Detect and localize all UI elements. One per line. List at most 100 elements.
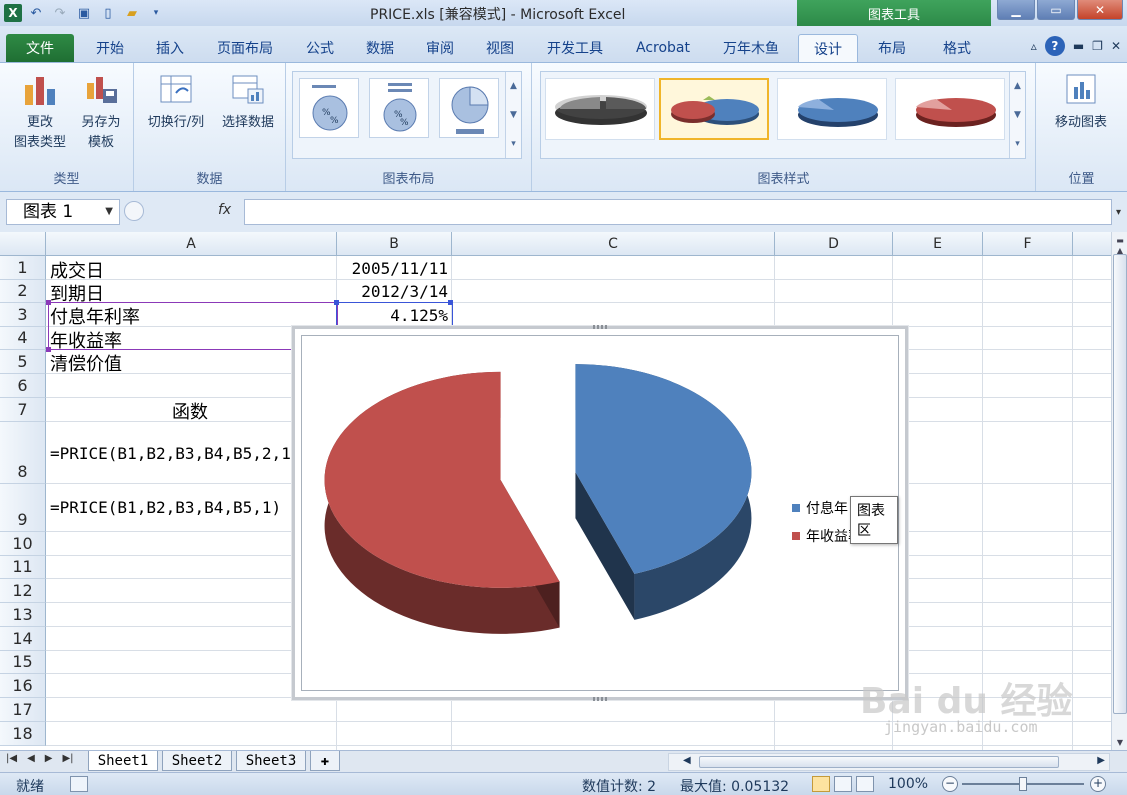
select-data-button[interactable]: 选择数据 [214,71,282,133]
tab-acrobat[interactable]: Acrobat [624,34,702,62]
prev-sheet-icon[interactable]: ◀ [27,753,35,764]
tab-data[interactable]: 数据 [354,34,406,62]
row-header[interactable]: 9 [0,484,46,532]
scroll-down-icon[interactable]: ▼ [1014,110,1021,120]
sheet-tab-sheet3[interactable]: Sheet3 [236,751,306,771]
tab-format[interactable]: 格式 [928,34,986,62]
resize-handle-bottom[interactable] [593,697,607,701]
select-all-corner[interactable] [0,232,46,256]
doc-restore-icon[interactable]: ❐ [1092,39,1103,53]
formula-splitter-icon[interactable] [124,201,144,221]
style-blue-thumbnail[interactable] [777,78,887,140]
cell-b1[interactable]: 2005/11/11 [338,259,448,278]
column-header-f[interactable]: F [983,232,1073,256]
tab-file[interactable]: 文件 [6,34,74,62]
row-header[interactable]: 4 [0,327,46,350]
range-handle[interactable] [334,300,339,305]
insert-sheet-icon[interactable]: ✚ [310,751,340,771]
minimize-ribbon-icon[interactable]: ▵ [1031,39,1037,53]
range-handle[interactable] [448,300,453,305]
zoom-out-icon[interactable]: − [942,776,958,792]
help-icon[interactable]: ? [1044,36,1065,56]
more-icon[interactable]: ▾ [511,139,516,149]
cell-b2[interactable]: 2012/3/14 [338,282,448,301]
name-box-dropdown-icon[interactable]: ▼ [105,200,113,224]
formula-input[interactable] [244,199,1112,225]
customize-qat-icon[interactable]: ▾ [146,3,166,23]
column-header-d[interactable]: D [775,232,893,256]
switch-row-column-button[interactable]: 切换行/列 [140,71,212,133]
style-gray-thumbnail[interactable] [545,78,655,140]
sheet-tab-sheet1[interactable]: Sheet1 [88,751,158,771]
sheet-tab-sheet2[interactable]: Sheet2 [162,751,232,771]
insert-function-icon[interactable]: fx [218,202,231,218]
tab-design[interactable]: 设计 [798,34,858,62]
scroll-left-icon[interactable]: ◀ [683,755,691,766]
open-icon[interactable]: ▰ [122,3,142,23]
row-header[interactable]: 10 [0,532,46,556]
zoom-in-icon[interactable]: + [1090,776,1106,792]
styles-gallery-scroll[interactable]: ▲ ▼ ▾ [1009,72,1025,158]
tab-chart-layout[interactable]: 布局 [864,34,920,62]
first-sheet-icon[interactable]: |◀ [6,753,17,764]
cell-a5[interactable]: 清偿价值 [50,350,122,376]
scroll-up-icon[interactable]: ▲ [1014,81,1021,91]
tab-developer[interactable]: 开发工具 [536,34,614,62]
cell-a7[interactable]: 函数 [172,398,208,424]
zoom-level[interactable]: 100% [888,776,928,792]
undo-icon[interactable]: ↶ [26,3,46,23]
style-red-thumbnail[interactable] [895,78,1005,140]
row-header[interactable]: 7 [0,398,46,422]
resize-handle-top[interactable] [593,325,607,329]
normal-view-icon[interactable] [812,776,830,792]
change-chart-type-button[interactable]: 更改 图表类型 [10,71,70,153]
move-chart-button[interactable]: 移动图表 [1040,71,1122,133]
column-header-a[interactable]: A [46,232,337,256]
save-icon[interactable]: ▣ [74,3,94,23]
scroll-down-icon[interactable]: ▼ [510,110,517,120]
next-sheet-icon[interactable]: ▶ [45,753,53,764]
row-header[interactable]: 6 [0,374,46,398]
range-handle[interactable] [46,347,51,352]
excel-logo-icon[interactable]: X [4,4,22,22]
layout-2-thumbnail[interactable]: %% [369,78,429,138]
expand-formula-bar-icon[interactable]: ▾ [1112,199,1125,225]
page-layout-view-icon[interactable] [834,776,852,792]
minimize-icon[interactable]: ▁ [997,0,1035,20]
chart-area[interactable]: 付息年 年收益率 图表区 [301,335,899,691]
row-header[interactable]: 5 [0,350,46,374]
layouts-gallery-scroll[interactable]: ▲ ▼ ▾ [505,72,521,158]
scroll-right-icon[interactable]: ▶ [1097,755,1105,766]
last-sheet-icon[interactable]: ▶| [62,753,73,764]
row-header[interactable]: 11 [0,556,46,579]
worksheet-grid[interactable]: A B C D E F 1 2 3 4 5 6 7 8 9 10 11 12 1… [0,232,1111,750]
style-colorful-thumbnail[interactable] [659,78,769,140]
row-header[interactable]: 2 [0,280,46,303]
horizontal-scroll-thumb[interactable] [699,756,1059,768]
layout-3-thumbnail[interactable] [439,78,499,138]
range-handle[interactable] [46,300,51,305]
zoom-slider-thumb[interactable] [1019,777,1027,791]
row-header[interactable]: 14 [0,627,46,651]
row-header[interactable]: 17 [0,698,46,722]
cell-a8[interactable]: =PRICE(B1,B2,B3,B4,B5,2,1 [50,444,296,463]
column-header-e[interactable]: E [893,232,983,256]
doc-close-icon[interactable]: ✕ [1111,39,1121,53]
page-break-view-icon[interactable] [856,776,874,792]
row-header[interactable]: 3 [0,303,46,327]
cell-a9[interactable]: =PRICE(B1,B2,B3,B4,B5,1) [50,498,296,517]
row-header[interactable]: 13 [0,603,46,627]
name-box[interactable]: 图表 1 ▼ [6,199,120,225]
maximize-icon[interactable]: ▭ [1037,0,1075,20]
row-header[interactable]: 16 [0,674,46,698]
doc-minimize-icon[interactable]: ▬ [1073,39,1084,53]
row-header[interactable]: 15 [0,651,46,674]
more-icon[interactable]: ▾ [1015,139,1020,149]
tab-home[interactable]: 开始 [84,34,136,62]
horizontal-scrollbar[interactable]: ◀ ▶ [668,753,1110,771]
row-header[interactable]: 1 [0,256,46,280]
tab-page-layout[interactable]: 页面布局 [206,34,284,62]
tab-view[interactable]: 视图 [474,34,526,62]
scroll-up-icon[interactable]: ▲ [510,81,517,91]
close-icon[interactable]: ✕ [1077,0,1123,20]
